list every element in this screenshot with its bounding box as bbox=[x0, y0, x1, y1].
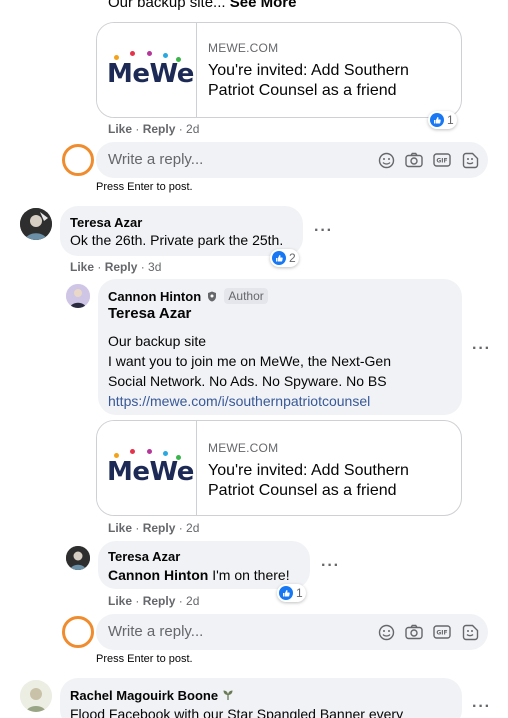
comment-text: Ok the 26th. Private park the 25th. bbox=[70, 232, 284, 248]
more-options-icon[interactable]: ··· bbox=[472, 340, 491, 358]
reaction-count: 1 bbox=[296, 586, 303, 600]
mewe-logo-text: MeWe bbox=[107, 457, 194, 487]
avatar[interactable] bbox=[20, 680, 52, 712]
avatar[interactable] bbox=[20, 208, 52, 240]
link-preview-card[interactable]: MeWe MEWE.COM You're invited: Add Southe… bbox=[96, 22, 462, 118]
see-more-link[interactable]: See More bbox=[230, 0, 297, 11]
comment-actions: Like · Reply · 2d bbox=[108, 122, 200, 136]
sticker-icon[interactable] bbox=[460, 622, 480, 642]
timestamp[interactable]: 2d bbox=[186, 521, 199, 535]
like-link[interactable]: Like bbox=[108, 122, 132, 136]
comment-text: I'm on there! bbox=[212, 567, 290, 583]
reply-link[interactable]: Reply bbox=[143, 594, 176, 608]
mewe-logo-text: MeWe bbox=[107, 59, 194, 89]
comment-actions: Like · Reply · 2d bbox=[108, 521, 200, 535]
link-domain: MEWE.COM bbox=[208, 441, 279, 455]
comment-text: Our backup site... bbox=[108, 0, 226, 11]
comment-text-line: Cannon Hinton I'm on there! bbox=[108, 565, 290, 585]
timestamp[interactable]: 2d bbox=[186, 122, 199, 136]
gif-icon[interactable]: GIF bbox=[432, 622, 452, 642]
like-reaction-icon bbox=[272, 251, 286, 265]
user-avatar bbox=[62, 144, 94, 176]
comment-author-line: Cannon Hinton Author bbox=[108, 288, 268, 305]
link-preview-card[interactable]: MeWe MEWE.COM You're invited: Add Southe… bbox=[96, 420, 462, 516]
comment-actions: Like · Reply · 2d bbox=[108, 594, 200, 608]
shield-icon bbox=[207, 290, 217, 305]
like-reaction-icon bbox=[279, 586, 293, 600]
link-title: You're invited: Add Southern Patriot Cou… bbox=[208, 62, 409, 99]
comment-author[interactable]: Rachel Magouirk Boone bbox=[70, 688, 218, 703]
user-avatar bbox=[62, 616, 94, 648]
truncated-comment-text: Our backup site... See More bbox=[108, 0, 296, 13]
plant-icon bbox=[222, 689, 234, 704]
reply-placeholder: Write a reply... bbox=[108, 151, 204, 168]
comment-bubble: Teresa Azar Cannon Hinton I'm on there! bbox=[98, 541, 310, 589]
camera-icon[interactable] bbox=[404, 622, 424, 642]
svg-text:GIF: GIF bbox=[436, 630, 447, 637]
link-title: You're invited: Add Southern Patriot Cou… bbox=[208, 462, 409, 499]
mewe-logo: MeWe bbox=[97, 421, 197, 515]
more-options-icon[interactable]: ··· bbox=[472, 698, 491, 716]
comment-text-line: Our backup site bbox=[108, 333, 207, 349]
more-options-icon[interactable]: ··· bbox=[314, 222, 333, 240]
like-link[interactable]: Like bbox=[70, 260, 94, 274]
avatar[interactable] bbox=[66, 546, 90, 570]
reply-link[interactable]: Reply bbox=[143, 122, 176, 136]
comment-bubble: Teresa Azar Ok the 26th. Private park th… bbox=[60, 206, 303, 256]
timestamp[interactable]: 3d bbox=[148, 260, 161, 274]
avatar[interactable] bbox=[66, 284, 90, 308]
comment-author-line: Rachel Magouirk Boone bbox=[70, 688, 234, 704]
gif-icon[interactable]: GIF bbox=[432, 150, 452, 170]
comment-text: Flood Facebook with our Star Spangled Ba… bbox=[70, 706, 404, 718]
reaction-count: 2 bbox=[289, 251, 296, 265]
comment-text-line: I want you to join me on MeWe, the Next-… bbox=[108, 353, 391, 369]
comment-text-line: Social Network. No Ads. No Spyware. No B… bbox=[108, 373, 387, 389]
emoji-icon[interactable] bbox=[376, 150, 396, 170]
reaction-count: 1 bbox=[447, 113, 454, 127]
mewe-logo: MeWe bbox=[97, 23, 197, 117]
reaction-badge[interactable]: 2 bbox=[270, 249, 299, 267]
reaction-badge[interactable]: 1 bbox=[428, 111, 457, 129]
comment-actions: Like · Reply · 3d bbox=[70, 260, 162, 274]
emoji-icon[interactable] bbox=[376, 622, 396, 642]
mention-link[interactable]: Cannon Hinton bbox=[108, 567, 208, 583]
reply-placeholder: Write a reply... bbox=[108, 623, 204, 640]
sticker-icon[interactable] bbox=[460, 150, 480, 170]
like-link[interactable]: Like bbox=[108, 521, 132, 535]
link-domain: MEWE.COM bbox=[208, 41, 279, 55]
comment-bubble: Rachel Magouirk Boone Flood Facebook wit… bbox=[60, 678, 462, 718]
press-enter-hint: Press Enter to post. bbox=[96, 653, 193, 665]
comment-bubble: Cannon Hinton Author Teresa Azar Our bac… bbox=[98, 279, 462, 415]
reaction-badge[interactable]: 1 bbox=[277, 584, 306, 602]
mention-link[interactable]: Teresa Azar bbox=[108, 305, 191, 322]
like-reaction-icon bbox=[430, 113, 444, 127]
reply-link[interactable]: Reply bbox=[105, 260, 138, 274]
mewe-link[interactable]: https://mewe.com/i/southernpatriotcounse… bbox=[108, 391, 370, 411]
camera-icon[interactable] bbox=[404, 150, 424, 170]
more-options-icon[interactable]: ··· bbox=[321, 557, 340, 575]
comment-author[interactable]: Cannon Hinton bbox=[108, 289, 201, 304]
reply-link[interactable]: Reply bbox=[143, 521, 176, 535]
reply-input[interactable]: Write a reply... GIF bbox=[96, 142, 488, 178]
author-badge: Author bbox=[224, 288, 268, 304]
press-enter-hint: Press Enter to post. bbox=[96, 181, 193, 193]
reply-input[interactable]: Write a reply... GIF bbox=[96, 614, 488, 650]
like-link[interactable]: Like bbox=[108, 594, 132, 608]
comment-author[interactable]: Teresa Azar bbox=[70, 215, 142, 230]
timestamp[interactable]: 2d bbox=[186, 594, 199, 608]
comment-author[interactable]: Teresa Azar bbox=[108, 549, 180, 564]
svg-text:GIF: GIF bbox=[436, 158, 447, 165]
